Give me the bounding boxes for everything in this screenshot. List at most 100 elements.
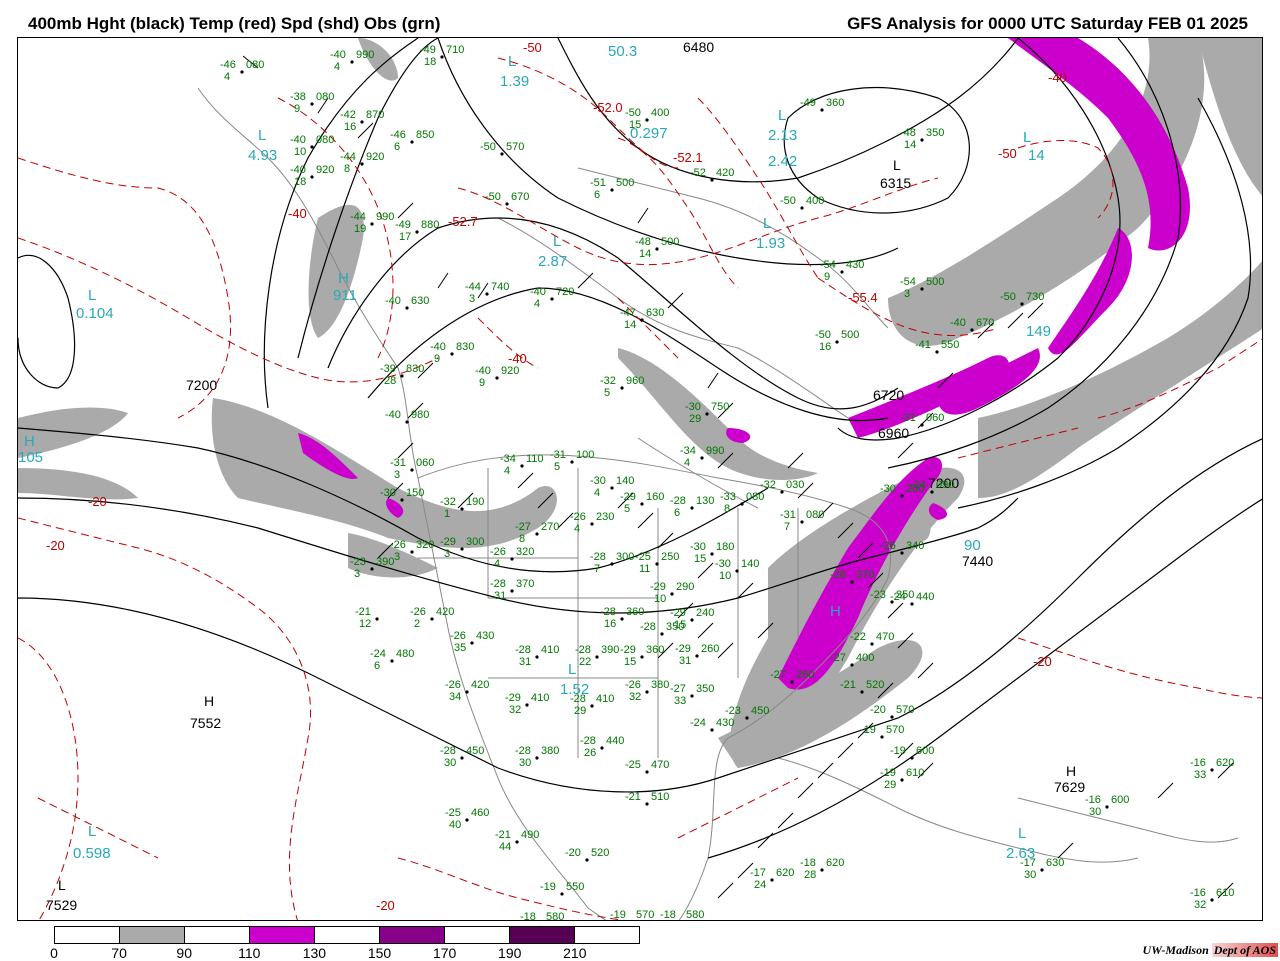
obs-height: 290	[676, 581, 694, 593]
obs-height: 080	[246, 59, 264, 71]
observation-station: -28 440 26	[580, 735, 624, 759]
high-value: 105	[18, 449, 43, 466]
obs-height: 390	[376, 556, 394, 568]
station-dot	[595, 655, 599, 659]
observation-station: -44 990 19	[350, 211, 394, 235]
obs-height: 740	[491, 281, 509, 293]
station-dot	[970, 328, 974, 332]
obs-temp: -19	[860, 724, 876, 736]
station-dot	[705, 412, 709, 416]
obs-dewpoint-depression: 16	[819, 341, 831, 353]
obs-dewpoint-depression: 3	[394, 469, 400, 481]
obs-dewpoint-depression: 34	[449, 691, 461, 703]
obs-height: 150	[406, 487, 424, 499]
obs-temp: -21	[625, 791, 641, 803]
obs-temp: -23	[870, 589, 886, 601]
temp-contour-label: -50	[523, 40, 542, 55]
obs-temp: -34	[680, 445, 696, 457]
obs-dewpoint-depression: 5	[624, 503, 630, 515]
station-dot	[510, 557, 514, 561]
obs-temp: -26	[570, 511, 586, 523]
obs-height: 990	[706, 445, 724, 457]
obs-temp: -49	[420, 44, 436, 56]
obs-temp: -29	[675, 643, 691, 655]
observation-station: -28 410 29	[570, 693, 614, 717]
obs-height: 880	[421, 219, 439, 231]
obs-temp: -50	[485, 191, 501, 203]
obs-dewpoint-depression: 31	[679, 655, 691, 667]
height-labels: L 6315 H 7552 L 7529 H 7629 7440 7200 69…	[46, 39, 1085, 913]
temp-contour-label: -50	[998, 146, 1017, 161]
obs-height: 160	[646, 491, 664, 503]
colorbar-segment	[380, 927, 445, 943]
station-dot	[800, 206, 804, 210]
observation-station: -18 580	[520, 911, 564, 920]
observation-station: -50 500 16	[815, 329, 859, 353]
observation-station: -26 230 4	[570, 511, 614, 535]
station-dot	[660, 632, 664, 636]
obs-temp: -40	[530, 286, 546, 298]
station-dot	[400, 374, 404, 378]
obs-temp: -31	[550, 449, 566, 461]
obs-temp: -34	[500, 453, 516, 465]
observation-station: -21 510	[625, 791, 669, 806]
station-dot	[310, 145, 314, 149]
obs-dewpoint-depression: 4	[334, 61, 340, 73]
obs-height: 430	[716, 717, 734, 729]
obs-temp: -40	[385, 409, 401, 421]
obs-dewpoint-depression: 18	[424, 56, 436, 68]
station-dot	[620, 617, 624, 621]
obs-height: 400	[806, 195, 824, 207]
obs-temp: -44	[340, 151, 356, 163]
obs-temp: -27	[830, 652, 846, 664]
obs-height: 230	[596, 511, 614, 523]
obs-temp: -16	[1085, 794, 1101, 806]
temp-contour-label: -52.1	[673, 150, 703, 165]
station-dot	[410, 140, 414, 144]
obs-height: 440	[606, 735, 624, 747]
obs-height: 520	[591, 847, 609, 859]
observation-station: -51 500 6	[590, 177, 634, 201]
obs-height: 060	[926, 412, 944, 424]
colorbar-segment	[185, 927, 250, 943]
obs-height: 140	[616, 475, 634, 487]
obs-temp: -24	[910, 479, 926, 491]
center-value: 90	[964, 537, 981, 554]
station-dot	[640, 318, 644, 322]
station-dot	[655, 247, 659, 251]
station-dot	[890, 715, 894, 719]
station-dot	[710, 552, 714, 556]
station-dot	[405, 306, 409, 310]
observation-station: -32 030	[760, 479, 804, 494]
obs-dewpoint-depression: 5	[604, 387, 610, 399]
station-dot	[460, 547, 464, 551]
obs-temp: -28	[575, 644, 591, 656]
obs-dewpoint-depression: 30	[519, 757, 531, 769]
high-value: 7629	[1054, 779, 1085, 795]
obs-temp: -30	[690, 541, 706, 553]
observation-station: -26 430 35	[450, 630, 494, 654]
low-label: L	[568, 661, 576, 678]
observation-station: -48 500 14	[635, 236, 679, 260]
low-label: L	[778, 107, 786, 124]
observation-station: -48 350 14	[900, 127, 944, 151]
obs-height: 410	[541, 644, 559, 656]
obs-temp: -29	[650, 581, 666, 593]
observation-station: -26 420 34	[445, 679, 489, 703]
low-label: L	[1018, 825, 1026, 842]
obs-temp: -50	[780, 195, 796, 207]
low-value: 1.93	[756, 235, 785, 252]
obs-height: 080	[316, 91, 334, 103]
obs-height: 550	[941, 339, 959, 351]
station-dot	[610, 562, 614, 566]
obs-temp: -26	[390, 539, 406, 551]
credit-dept: Dept of AOS	[1211, 943, 1278, 957]
temp-contour-label: -20	[1033, 654, 1052, 669]
low-label: L	[508, 53, 516, 70]
observation-station: -29 410 32	[505, 692, 549, 716]
obs-dewpoint-depression: 9	[434, 353, 440, 365]
obs-dewpoint-depression: 4	[684, 457, 690, 469]
colorbar-tick: 190	[498, 945, 522, 961]
obs-height: 720	[556, 286, 574, 298]
station-dot	[850, 663, 854, 667]
